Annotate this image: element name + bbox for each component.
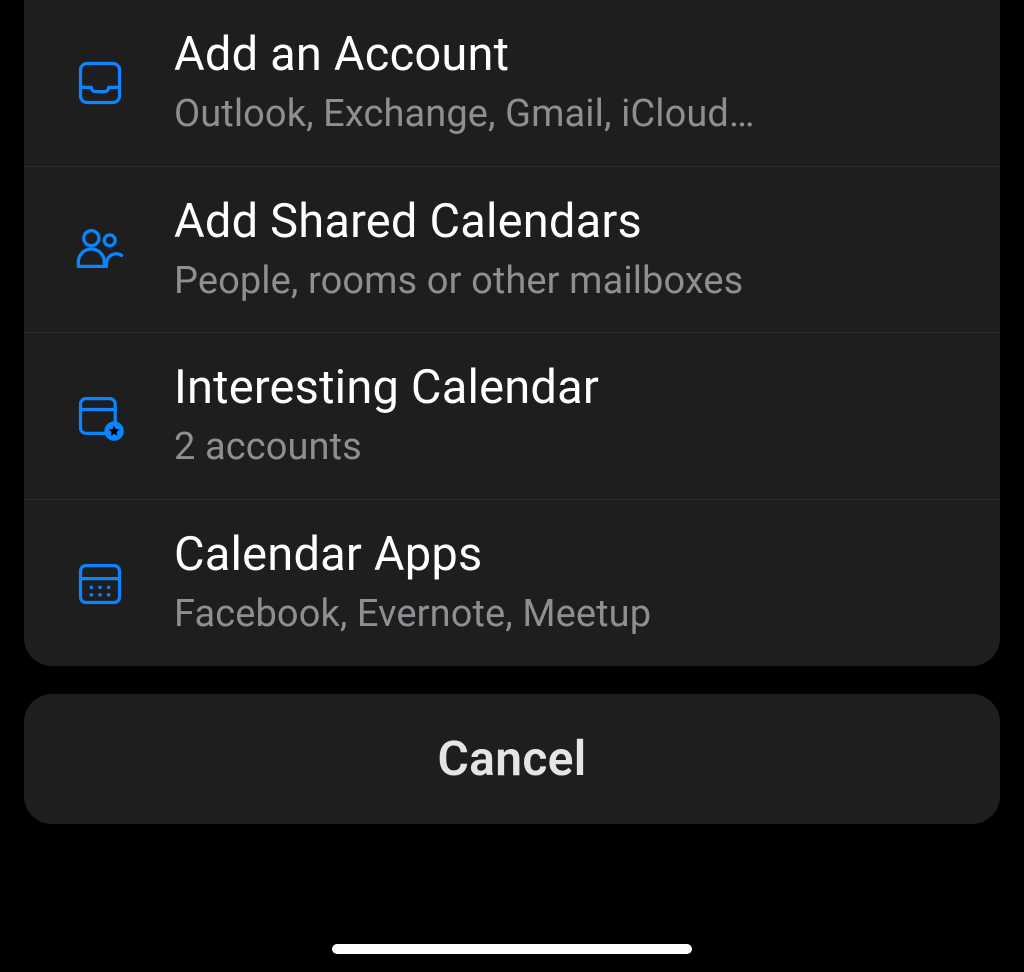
menu-item-text: Add Shared Calendars People, rooms or ot… xyxy=(174,195,970,305)
people-icon xyxy=(54,223,174,275)
home-indicator xyxy=(332,944,692,954)
menu-item-subtitle: Facebook, Evernote, Meetup xyxy=(174,592,970,638)
menu-list: Add an Account Outlook, Exchange, Gmail,… xyxy=(24,0,1000,666)
menu-item-add-account[interactable]: Add an Account Outlook, Exchange, Gmail,… xyxy=(24,0,1000,167)
menu-item-subtitle: People, rooms or other mailboxes xyxy=(174,259,970,305)
menu-item-title: Calendar Apps xyxy=(174,528,970,582)
menu-item-text: Interesting Calendar 2 accounts xyxy=(174,361,970,471)
menu-item-shared-calendars[interactable]: Add Shared Calendars People, rooms or ot… xyxy=(24,167,1000,334)
menu-item-subtitle: 2 accounts xyxy=(174,425,970,471)
cancel-label: Cancel xyxy=(437,730,586,787)
menu-item-interesting-calendar[interactable]: Interesting Calendar 2 accounts xyxy=(24,333,1000,500)
menu-item-calendar-apps[interactable]: Calendar Apps Facebook, Evernote, Meetup xyxy=(24,500,1000,666)
calendar-grid-icon xyxy=(54,557,174,609)
menu-item-title: Add Shared Calendars xyxy=(174,195,970,249)
menu-item-text: Add an Account Outlook, Exchange, Gmail,… xyxy=(174,28,970,138)
cancel-button[interactable]: Cancel xyxy=(24,694,1000,824)
menu-item-text: Calendar Apps Facebook, Evernote, Meetup xyxy=(174,528,970,638)
menu-item-title: Add an Account xyxy=(174,28,970,82)
action-sheet: Add an Account Outlook, Exchange, Gmail,… xyxy=(24,0,1000,824)
menu-item-title: Interesting Calendar xyxy=(174,361,970,415)
menu-item-subtitle: Outlook, Exchange, Gmail, iCloud… xyxy=(174,92,970,138)
inbox-icon xyxy=(54,57,174,109)
calendar-star-icon xyxy=(54,390,174,442)
